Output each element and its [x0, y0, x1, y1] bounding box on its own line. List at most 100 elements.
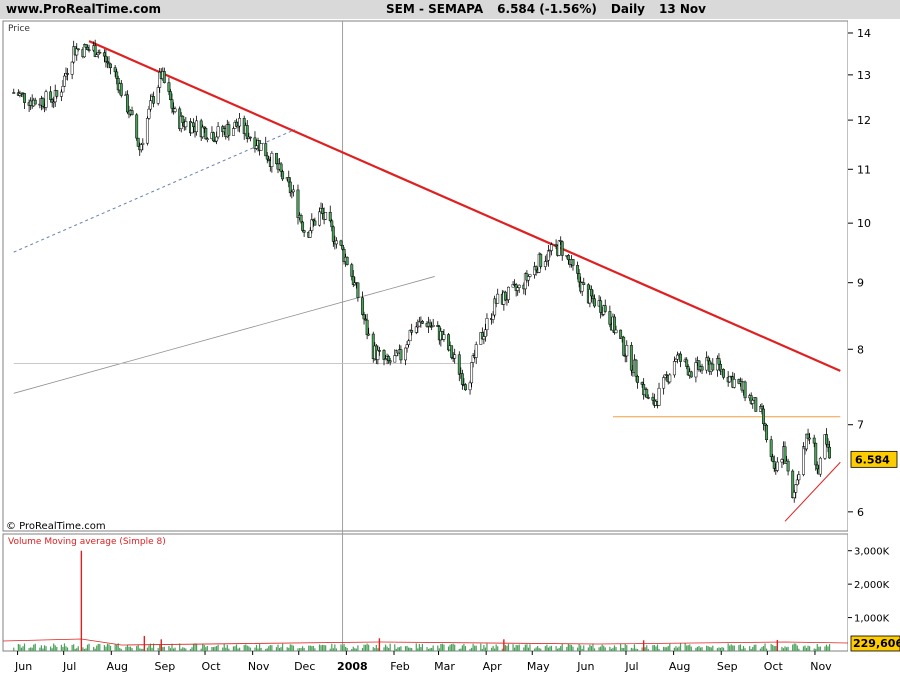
candle-body: [414, 326, 418, 333]
candle-body: [204, 128, 208, 140]
candle-body: [170, 99, 174, 109]
candle-body: [318, 211, 321, 226]
x-axis-label: Jun: [14, 660, 32, 673]
candle-body: [310, 219, 314, 231]
candle-body: [571, 259, 575, 266]
price-axis-title: Price: [8, 24, 30, 34]
candle-body: [216, 126, 220, 138]
volume-axis-label: 3,000K: [854, 547, 890, 558]
candle-body: [711, 363, 715, 371]
candle-body: [818, 457, 822, 475]
candle-body: [815, 464, 819, 470]
candle-body: [404, 347, 407, 361]
candle-body: [149, 100, 152, 110]
candle-body: [350, 264, 354, 277]
candle-body: [645, 389, 649, 398]
candle-body: [330, 220, 334, 228]
candle-body: [662, 377, 666, 389]
candle-body: [608, 311, 612, 325]
candle-body: [98, 52, 102, 54]
candle-body: [104, 55, 108, 62]
candle-body: [672, 361, 676, 376]
candle-body: [12, 92, 16, 94]
candle-body: [156, 87, 160, 104]
candle-body: [543, 261, 547, 267]
volume-axis-label: 1,000K: [854, 614, 890, 625]
site-name[interactable]: www.ProRealTime.com: [6, 2, 161, 16]
candle-body: [232, 128, 235, 136]
candle-body: [130, 110, 134, 116]
candle-body: [265, 155, 269, 160]
candle-body: [566, 255, 570, 261]
candle-body: [33, 99, 37, 105]
candle-body: [622, 336, 626, 356]
candle-body: [184, 121, 188, 128]
x-axis-label: Sep: [155, 660, 176, 673]
candle-body: [706, 357, 710, 362]
candle-body: [181, 115, 185, 123]
candle-body: [732, 379, 736, 388]
candle-body: [399, 349, 403, 361]
candle-body: [345, 256, 349, 265]
candle-body: [95, 54, 99, 57]
candle-body: [147, 108, 151, 119]
candle-body: [771, 456, 775, 462]
candle-body: [754, 397, 758, 412]
candle-body: [780, 459, 784, 463]
candle-body: [483, 329, 487, 337]
candle-body: [301, 221, 305, 231]
candle-body: [264, 143, 268, 157]
candle-body: [341, 244, 344, 250]
candle-body: [517, 284, 521, 288]
price-axis-label: 6: [857, 506, 864, 519]
volume-indicator-title: Volume Moving average (Simple 8): [8, 537, 166, 547]
candle-body: [676, 354, 679, 360]
candle-body: [195, 120, 199, 133]
candle-body: [255, 145, 258, 149]
candle-body: [762, 408, 765, 425]
candle-body: [557, 240, 561, 256]
candle-body: [634, 359, 638, 377]
candle-body: [751, 400, 755, 404]
price-axis-label: 12: [857, 114, 871, 127]
candle-body: [526, 276, 530, 281]
candle-body: [482, 336, 486, 340]
candle-body: [63, 75, 66, 87]
price-axis-label: 8: [857, 343, 864, 356]
candle-body: [593, 298, 596, 307]
candle-body: [743, 381, 747, 399]
candle-body: [589, 289, 593, 297]
candle-body: [825, 434, 828, 445]
last-volume-value: 229,606: [853, 637, 900, 650]
candle-body: [259, 143, 263, 151]
candle-body: [765, 424, 769, 441]
x-axis-label: Nov: [810, 660, 832, 673]
candle-body: [302, 230, 306, 233]
candle-body: [826, 443, 830, 448]
candle-body: [328, 212, 332, 222]
price-volume-chart[interactable]: 6 7 8 9 10 11 12 13 14 Price 1,000K 2,000K 3,000K Vol…: [0, 19, 900, 700]
candle-body: [717, 358, 721, 365]
x-axis-label: May: [527, 660, 550, 673]
x-axis-label: Nov: [248, 660, 270, 673]
candle-body: [227, 124, 231, 136]
candle-body: [279, 163, 283, 172]
candle-body: [173, 108, 177, 112]
x-axis-label: Oct: [202, 660, 222, 673]
candle-body: [463, 384, 467, 391]
candle-body: [786, 460, 790, 472]
candle-body: [321, 208, 325, 214]
candle-body: [119, 83, 123, 96]
candle-body: [205, 138, 209, 141]
candle-body: [356, 282, 360, 298]
candle-body: [603, 305, 607, 312]
candle-body: [550, 244, 553, 251]
candle-body: [49, 91, 53, 100]
candle-body: [599, 300, 603, 313]
price-axis-label: 13: [857, 69, 871, 82]
candle-body: [442, 334, 446, 340]
candle-body: [769, 439, 773, 458]
candle-body: [23, 93, 26, 103]
candle-body: [491, 314, 495, 320]
candle-body: [61, 86, 65, 93]
